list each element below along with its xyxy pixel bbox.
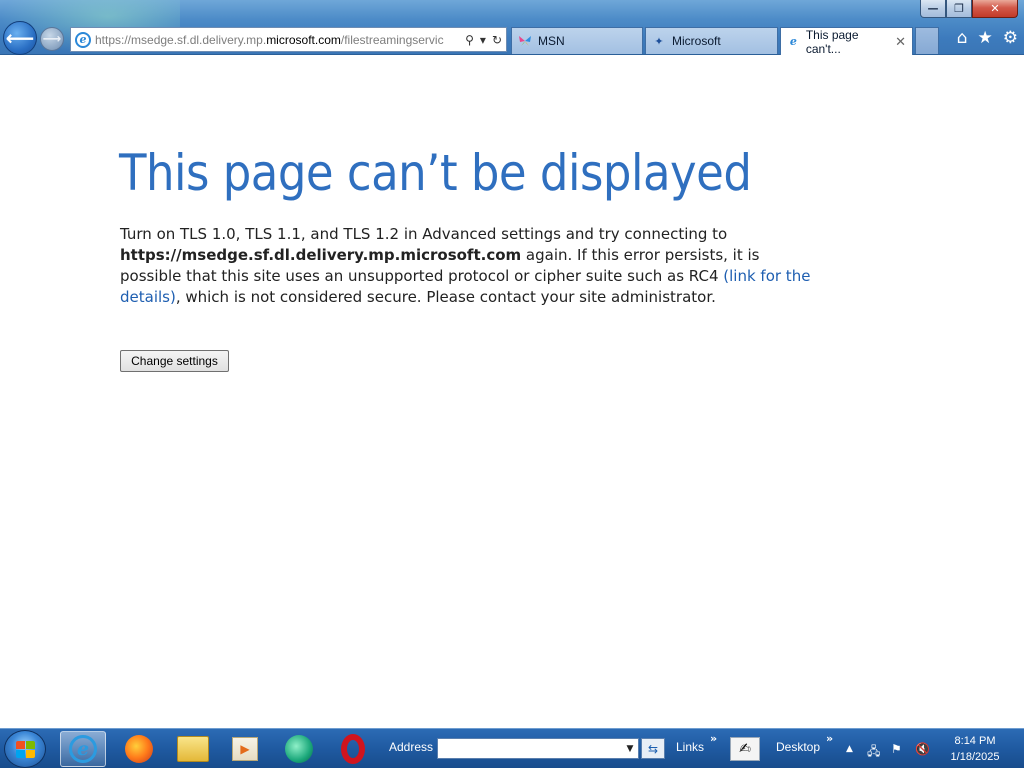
ie-page-icon: e (75, 31, 91, 48)
chevron-down-icon[interactable]: ▼ (622, 739, 638, 758)
tab-label: MSN (538, 34, 565, 48)
msn-butterfly-icon (518, 34, 532, 48)
internet-explorer-icon: e (69, 735, 97, 763)
forward-arrow-icon: ⟶ (42, 31, 62, 47)
maximize-button[interactable]: ❐ (946, 0, 972, 18)
taskbar-app[interactable] (276, 731, 322, 767)
taskbar-opera[interactable] (330, 731, 376, 767)
system-clock[interactable]: 8:14 PM 1/18/2025 (940, 733, 1010, 765)
network-icon[interactable]: 🖧 (867, 742, 880, 763)
taskbar-firefox[interactable] (116, 731, 162, 767)
url-text[interactable]: https://msedge.sf.dl.delivery.mp.microso… (95, 33, 461, 47)
back-button[interactable]: ⟵ (3, 21, 37, 55)
minimize-button[interactable]: — (920, 0, 946, 18)
taskbar-media-player[interactable]: ▶ (222, 731, 268, 767)
command-icons: ⌂ ★ ⚙ (957, 28, 1018, 48)
error-message: Turn on TLS 1.0, TLS 1.1, and TLS 1.2 in… (120, 224, 820, 308)
edge-page-icon: ✦ (654, 35, 664, 48)
error-heading: This page can’t be displayed (119, 144, 752, 202)
window-controls: — ❐ ✕ (920, 0, 1018, 18)
message-text: , which is not considered secure. Please… (175, 288, 716, 306)
taskbar-address-input[interactable]: ▼ (437, 738, 639, 759)
clock-time: 8:14 PM (954, 735, 996, 747)
url-domain: microsoft.com (266, 32, 341, 47)
tab-microsoft[interactable]: ✦ Microsoft (645, 27, 778, 54)
taskbar-desktop-label[interactable]: Desktop (776, 740, 820, 754)
taskbar-internet-explorer[interactable]: e (60, 731, 106, 767)
search-icon[interactable]: ⚲ (465, 33, 474, 47)
home-icon[interactable]: ⌂ (957, 28, 968, 48)
desktop-chevron-icon[interactable]: » (826, 732, 833, 745)
tab-msn[interactable]: MSN (511, 27, 643, 54)
volume-muted-icon[interactable]: 🔇 (915, 742, 930, 756)
clock-date: 1/18/2025 (950, 751, 1000, 763)
dropdown-icon[interactable]: ▾ (480, 33, 486, 47)
back-arrow-icon: ⟵ (5, 26, 35, 50)
message-host: https://msedge.sf.dl.delivery.mp.microso… (120, 246, 522, 264)
new-tab-button[interactable] (915, 27, 939, 54)
taskbar-file-explorer[interactable] (170, 731, 216, 767)
url-prefix: https://msedge.sf.dl.delivery.mp. (95, 32, 267, 47)
taskbar-address-label: Address (389, 740, 434, 754)
file-explorer-icon (177, 736, 209, 762)
message-text: Turn on TLS 1.0, TLS 1.1, and TLS 1.2 in… (120, 225, 728, 243)
page-content: This page can’t be displayed Turn on TLS… (0, 56, 1024, 728)
app-icon (285, 735, 313, 763)
close-tab-icon[interactable]: ✕ (895, 34, 906, 50)
taskbar-links-label[interactable]: Links (676, 740, 704, 754)
action-center-flag-icon[interactable]: ⚑ (891, 742, 902, 756)
close-window-button[interactable]: ✕ (972, 0, 1018, 18)
show-hidden-icons-icon[interactable]: ▲ (846, 744, 853, 754)
tab-error-page[interactable]: e This page can't... ✕ (780, 27, 913, 56)
links-chevron-icon[interactable]: » (710, 732, 717, 745)
windows-logo-icon (16, 741, 36, 759)
media-player-icon: ▶ (232, 737, 258, 761)
browser-chrome: — ❐ ✕ ⟵ ⟶ e https://msedge.sf.dl.deliver… (0, 0, 1024, 56)
tab-strip: MSN ✦ Microsoft e This page can't... ✕ (511, 27, 939, 56)
url-suffix: /filestreamingservic (340, 32, 444, 47)
change-settings-button[interactable]: Change settings (120, 350, 229, 372)
tab-label: This page can't... (805, 27, 859, 56)
firefox-icon (125, 735, 153, 763)
opera-icon (341, 734, 365, 764)
refresh-icon[interactable]: ↻ (492, 33, 502, 47)
address-bar[interactable]: e https://msedge.sf.dl.delivery.mp.micro… (70, 27, 507, 52)
start-button[interactable] (4, 730, 46, 768)
taskbar: e ▶ Address ▼ ⇆ Links » ✍ Desktop » ▲ 🖧 … (0, 728, 1024, 768)
tab-label: Microsoft (672, 34, 721, 48)
forward-button[interactable]: ⟶ (40, 27, 64, 51)
ie-page-icon: e (789, 35, 797, 48)
favorites-icon[interactable]: ★ (978, 28, 993, 48)
tools-icon[interactable]: ⚙ (1003, 28, 1018, 48)
tablet-input-icon[interactable]: ✍ (730, 737, 760, 761)
taskbar-go-button[interactable]: ⇆ (641, 738, 665, 759)
